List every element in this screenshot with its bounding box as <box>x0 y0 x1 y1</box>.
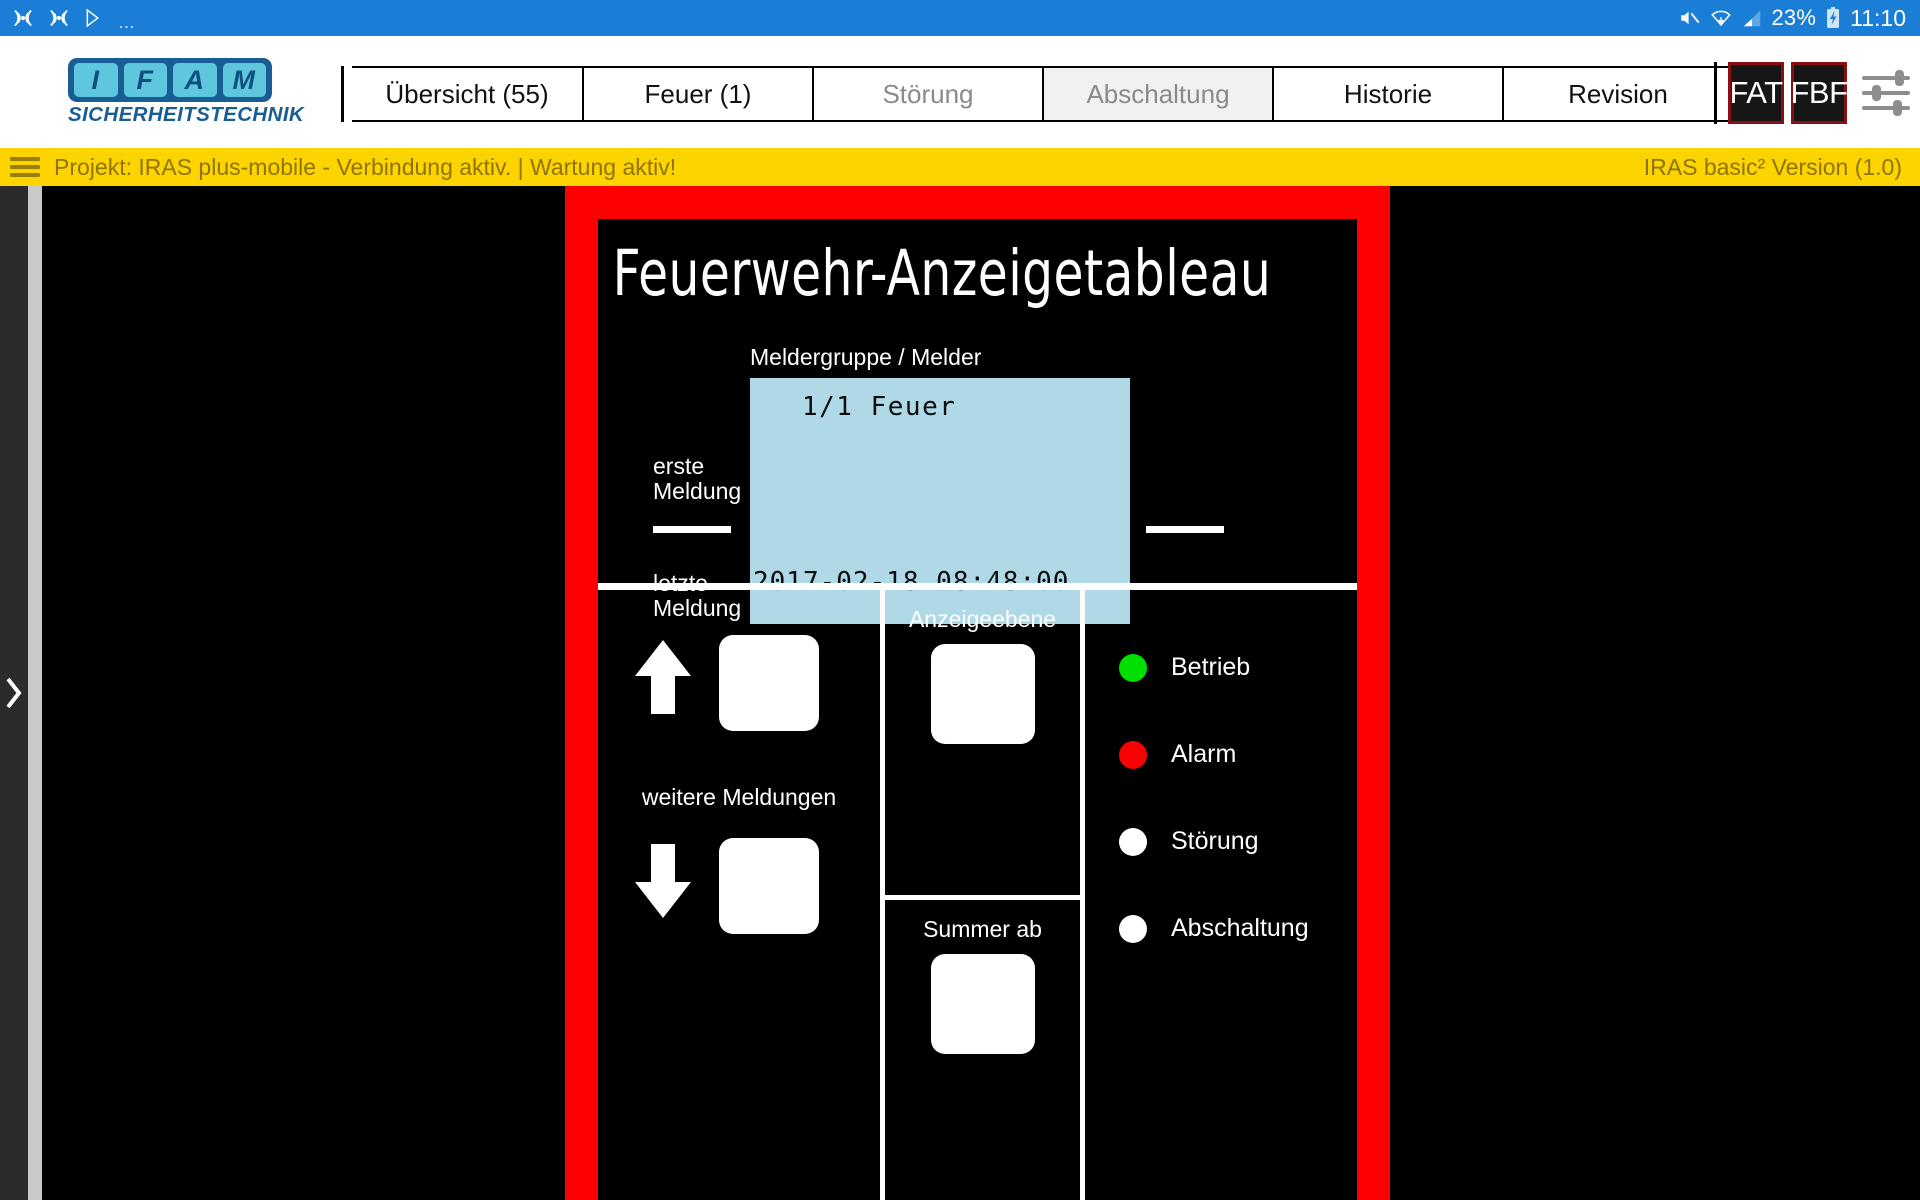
display-level-cell: Anzeigeebene <box>885 590 1080 895</box>
buzzer-off-cell: Summer ab <box>885 895 1080 1200</box>
buzzer-off-button[interactable] <box>930 954 1035 1054</box>
status-clock: 11:10 <box>1850 4 1906 31</box>
led-label: Störung <box>1171 827 1259 855</box>
logo-letter: M <box>222 62 266 97</box>
led-row-abschaltung: Abschaltung <box>1119 885 1309 972</box>
led-indicator-alarm <box>1119 740 1147 769</box>
sliders-icon[interactable] <box>1860 65 1912 121</box>
logo-letter: A <box>173 62 217 97</box>
divider-dash-right <box>1146 526 1224 533</box>
buzzer-off-label: Summer ab <box>923 916 1042 942</box>
tab-revision[interactable]: Revision <box>1502 68 1732 120</box>
play-store-icon <box>86 8 99 28</box>
arrow-down-icon <box>635 844 691 918</box>
first-message-label-line2: Meldung <box>653 478 742 504</box>
led-indicator-betrieb <box>1119 653 1147 682</box>
app-header: I F A M SICHERHEITSTECHNIK Übersicht (55… <box>0 36 1920 148</box>
led-label: Betrieb <box>1171 653 1251 681</box>
more-messages-column: weitere Meldungen <box>598 590 885 1200</box>
scroll-down-button[interactable] <box>719 838 819 934</box>
display-level-label: Anzeigeebene <box>908 606 1057 632</box>
status-overflow-dots: … <box>118 12 138 32</box>
chevron-right-icon <box>6 677 22 709</box>
header-action-group: FAT FBF <box>1714 62 1912 124</box>
led-row-stoerung: Störung <box>1119 798 1309 885</box>
panel-horizontal-divider <box>598 583 1357 590</box>
tab-abschaltung[interactable]: Abschaltung <box>1042 68 1272 120</box>
status-led-column: Betrieb Alarm Störung Abschaltung <box>1085 590 1357 1200</box>
tab-historie[interactable]: Historie <box>1272 68 1502 120</box>
panel-title: Feuerwehr-Anzeigetableau <box>612 237 1272 310</box>
lcd-line-1: 1/1 Feuer <box>802 392 957 422</box>
detector-group-label: Meldergruppe / Melder <box>750 344 982 370</box>
battery-percent: 23% <box>1771 5 1817 30</box>
status-bar-right-icons: 23% 11:10 <box>1678 5 1920 32</box>
cast-icon <box>50 10 68 26</box>
tab-bar: Übersicht (55) Feuer (1) Störung Abschal… <box>341 66 1734 122</box>
led-list: Betrieb Alarm Störung Abschaltung <box>1119 624 1309 972</box>
mute-icon <box>1680 11 1699 25</box>
hamburger-icon[interactable] <box>10 153 40 181</box>
drawer-handle[interactable] <box>0 186 28 1200</box>
logo-letter: I <box>74 62 118 97</box>
led-row-alarm: Alarm <box>1119 711 1309 798</box>
more-messages-label: weitere Meldungen <box>641 784 837 810</box>
drawer-divider <box>28 186 42 1200</box>
display-level-button[interactable] <box>930 644 1035 744</box>
wifi-icon <box>1710 10 1731 27</box>
fat-button[interactable]: FAT <box>1728 62 1784 124</box>
android-status-bar: … 23% 11:10 <box>0 0 1920 36</box>
logo-letter-cells: I F A M <box>68 57 272 102</box>
tab-stoerung[interactable]: Störung <box>812 68 1042 120</box>
tab-uebersicht[interactable]: Übersicht (55) <box>352 68 582 120</box>
led-indicator-stoerung <box>1119 827 1147 856</box>
main-content-area: Feuerwehr-Anzeigetableau Meldergruppe / … <box>0 186 1920 1200</box>
led-row-betrieb: Betrieb <box>1119 624 1309 711</box>
first-message-label-line1: erste <box>653 453 705 479</box>
arrow-up-icon <box>635 640 691 714</box>
divider-dash-left <box>653 526 731 533</box>
battery-charging-icon <box>1827 7 1840 28</box>
led-label: Alarm <box>1171 740 1237 768</box>
fire-brigade-display-panel: Feuerwehr-Anzeigetableau Meldergruppe / … <box>565 186 1390 1200</box>
app-version-label: IRAS basic² Version (1.0) <box>1643 153 1902 180</box>
brand-logo: I F A M SICHERHEITSTECHNIK <box>0 36 340 148</box>
logo-letter: F <box>123 62 167 97</box>
scroll-up-button[interactable] <box>719 635 819 731</box>
project-status-text: Projekt: IRAS plus-mobile - Verbindung a… <box>54 153 677 180</box>
logo-subtitle: SICHERHEITSTECHNIK <box>68 102 305 126</box>
panel-bottom-section: weitere Meldungen Anzeigeebene Summer ab <box>598 590 1357 1200</box>
controls-column: Anzeigeebene Summer ab <box>885 590 1085 1200</box>
project-status-bar: Projekt: IRAS plus-mobile - Verbindung a… <box>0 148 1920 186</box>
fbf-button[interactable]: FBF <box>1790 62 1848 124</box>
signal-icon <box>1743 10 1760 27</box>
led-indicator-abschaltung <box>1119 914 1147 943</box>
led-label: Abschaltung <box>1171 914 1309 942</box>
first-message-label: erste Meldung <box>653 454 741 504</box>
tab-feuer[interactable]: Feuer (1) <box>582 68 812 120</box>
status-bar-left-icons: … <box>0 7 138 32</box>
cast-icon <box>14 10 32 26</box>
